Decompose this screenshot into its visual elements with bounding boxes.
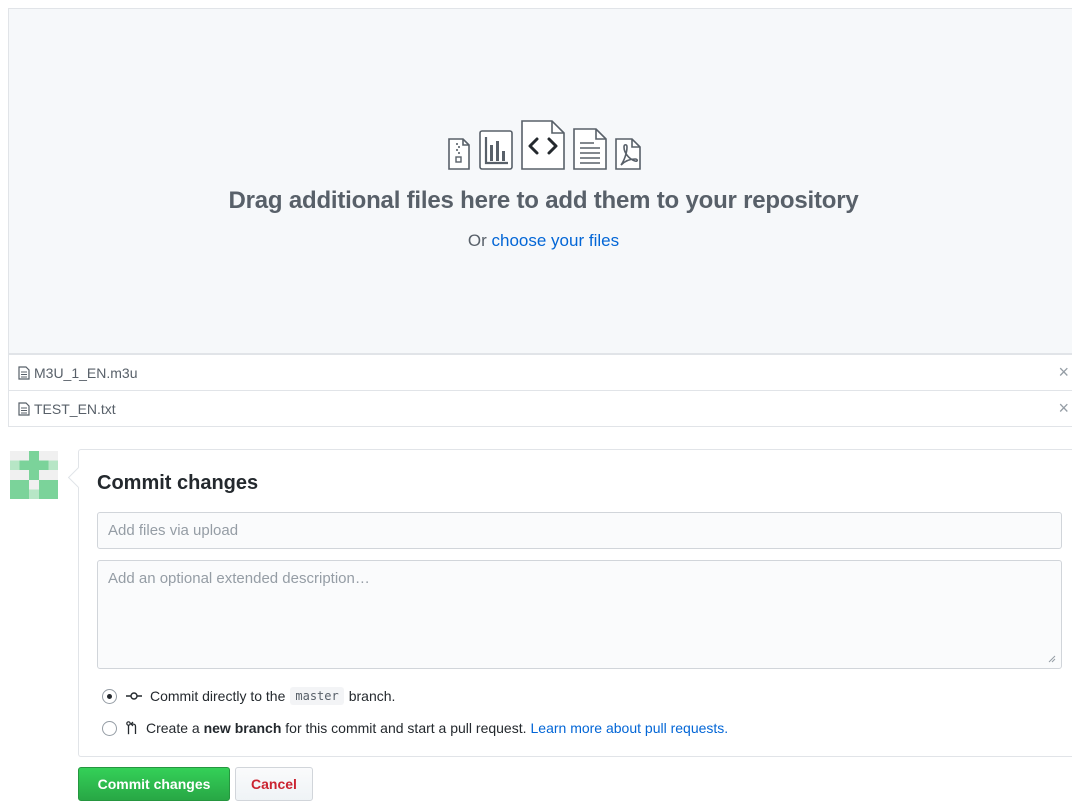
file-zip-icon (447, 138, 470, 170)
file-icon (18, 365, 30, 380)
remove-file-button[interactable]: × (1058, 363, 1069, 381)
remove-file-button[interactable]: × (1058, 399, 1069, 417)
file-name: M3U_1_EN.m3u (34, 364, 138, 381)
new-branch-label-bold: new branch (203, 720, 282, 736)
resize-handle-icon[interactable] (1048, 655, 1056, 663)
commit-direct-label: Commit directly to the (150, 688, 286, 704)
file-type-icons (9, 119, 1072, 171)
commit-direct-suffix: branch. (348, 688, 396, 704)
drop-zone-subtitle-prefix: Or (467, 231, 492, 250)
commit-title: Commit changes (97, 472, 259, 494)
file-drop-zone[interactable]: Drag additional files here to add them t… (8, 8, 1072, 354)
file-name: TEST_EN.txt (34, 400, 116, 417)
git-pull-request-icon (126, 721, 138, 735)
learn-more-pull-requests-link[interactable]: Learn more about pull requests. (531, 720, 729, 736)
commit-changes-button[interactable]: Commit changes (78, 767, 230, 801)
commit-direct-option[interactable]: Commit directly to the master branch. (102, 687, 395, 705)
file-name-group: M3U_1_EN.m3u (9, 365, 138, 381)
new-branch-option[interactable]: Create a new branch for this commit and … (102, 720, 728, 736)
commit-form: Commit changes Commit directly to the ma… (78, 449, 1072, 757)
commit-summary-input[interactable] (97, 512, 1062, 549)
file-pdf-icon (614, 138, 641, 170)
commit-description-input[interactable] (97, 560, 1062, 669)
cancel-button[interactable]: Cancel (235, 767, 313, 801)
new-branch-radio[interactable] (102, 720, 117, 736)
file-icon (18, 401, 30, 416)
branch-name: master (290, 687, 344, 705)
git-commit-icon (126, 691, 142, 701)
avatar (10, 451, 58, 499)
graph-icon (478, 130, 513, 170)
commit-direct-radio[interactable] (102, 688, 117, 704)
new-branch-label-suffix: for this commit and start a pull request… (285, 720, 527, 736)
choose-files-link[interactable]: choose your files (492, 231, 620, 250)
drop-zone-subtitle: Or choose your files (9, 231, 1072, 251)
new-branch-label-prefix: Create a (146, 720, 200, 736)
file-code-icon (520, 120, 565, 170)
file-text-icon (572, 128, 607, 170)
drop-zone-title: Drag additional files here to add them t… (228, 187, 859, 214)
uploaded-file-row: TEST_EN.txt × (8, 390, 1072, 427)
file-name-group: TEST_EN.txt (9, 401, 116, 417)
uploaded-file-row: M3U_1_EN.m3u × (8, 354, 1072, 391)
